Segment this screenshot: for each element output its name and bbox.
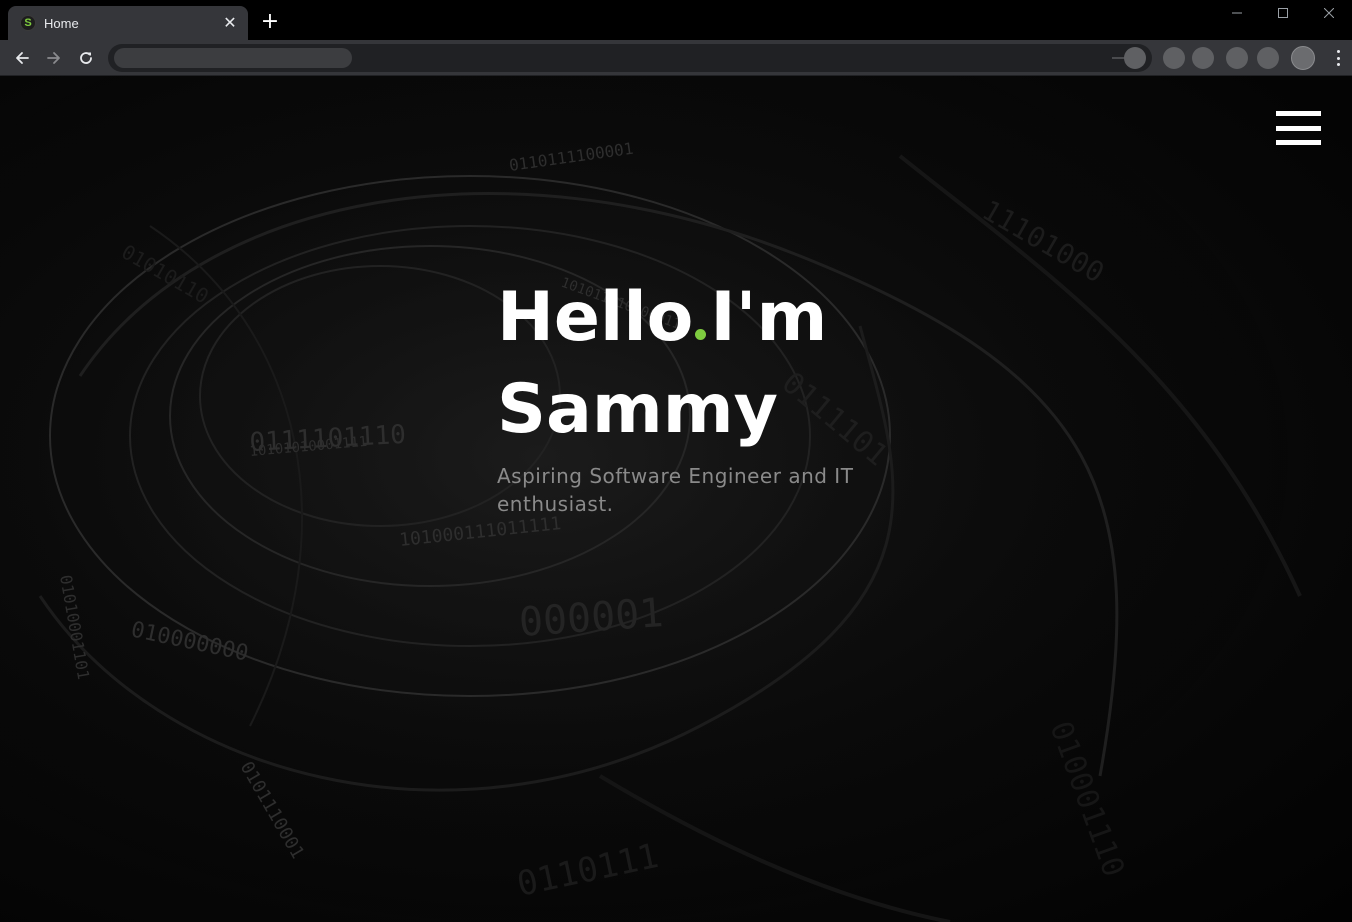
maximize-button[interactable] <box>1260 0 1306 26</box>
more-vert-icon[interactable] <box>1336 50 1340 66</box>
hero-greeting: Hello <box>497 278 694 357</box>
extension-icon[interactable] <box>1226 47 1248 69</box>
accent-dot <box>695 329 707 340</box>
back-arrow-icon <box>16 52 29 64</box>
tab-close-icon[interactable]: ✕ <box>222 15 238 31</box>
tab-home[interactable]: S Home ✕ <box>8 6 248 40</box>
extension-icon[interactable] <box>1163 47 1185 69</box>
hamburger-menu-icon[interactable] <box>1276 111 1321 145</box>
bookmark-star-icon[interactable] <box>1124 47 1146 69</box>
browser-window: S Home ✕ + 0110111100001 101011010100011… <box>0 0 1352 922</box>
site-favicon-icon: S <box>20 15 36 31</box>
reload-icon <box>80 52 92 64</box>
hero-section: Hello I'm Sammy Aspiring Software Engineer… <box>497 272 917 518</box>
forward-arrow-icon <box>47 52 60 64</box>
profile-avatar[interactable] <box>1291 46 1315 70</box>
hero-name: Sammy <box>497 370 778 449</box>
address-bar-url-redacted[interactable] <box>114 48 352 68</box>
new-tab-button[interactable]: + <box>258 10 282 34</box>
hero-title: Hello I'm Sammy <box>497 272 917 456</box>
close-window-button[interactable] <box>1306 0 1352 26</box>
page-viewport: 0110111100001 101011010100011 0111101110… <box>0 76 1352 922</box>
back-button[interactable] <box>10 46 34 70</box>
tab-strip: S Home ✕ + <box>0 0 1352 40</box>
extension-icon[interactable] <box>1257 47 1279 69</box>
forward-button[interactable] <box>42 46 66 70</box>
maximize-icon <box>1278 8 1288 18</box>
address-bar[interactable] <box>108 44 1152 72</box>
minimize-button[interactable] <box>1214 0 1260 26</box>
window-controls <box>1214 0 1352 26</box>
hero-tagline: Aspiring Software Engineer and IT enthus… <box>497 464 854 516</box>
browser-toolbar <box>0 40 1352 76</box>
hero-intro: I'm <box>710 278 828 357</box>
reload-button[interactable] <box>74 46 98 70</box>
extension-icon[interactable] <box>1192 47 1214 69</box>
close-icon <box>1324 8 1334 18</box>
minimize-icon <box>1232 12 1242 14</box>
tab-title: Home <box>44 15 79 31</box>
